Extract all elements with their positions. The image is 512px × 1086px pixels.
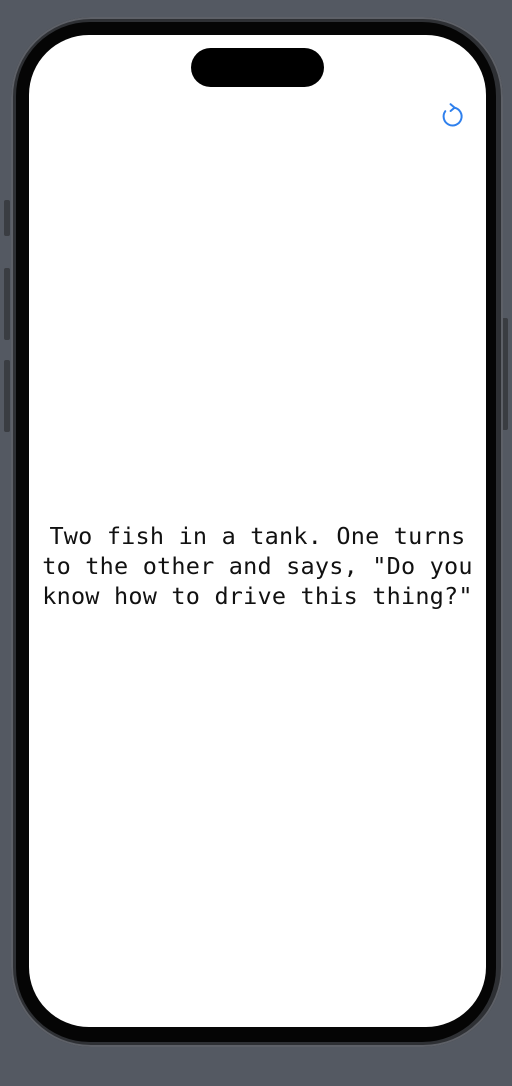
joke-text: Two fish in a tank. One turns to the oth… <box>42 522 473 610</box>
action-button <box>4 200 10 236</box>
app-screen: Two fish in a tank. One turns to the oth… <box>29 35 486 1027</box>
simulator-canvas: Two fish in a tank. One turns to the oth… <box>0 0 512 1086</box>
arrow-clockwise-icon <box>440 103 464 133</box>
volume-up-button <box>4 268 10 340</box>
volume-down-button <box>4 360 10 432</box>
refresh-button[interactable] <box>437 103 467 133</box>
dynamic-island <box>191 48 324 87</box>
